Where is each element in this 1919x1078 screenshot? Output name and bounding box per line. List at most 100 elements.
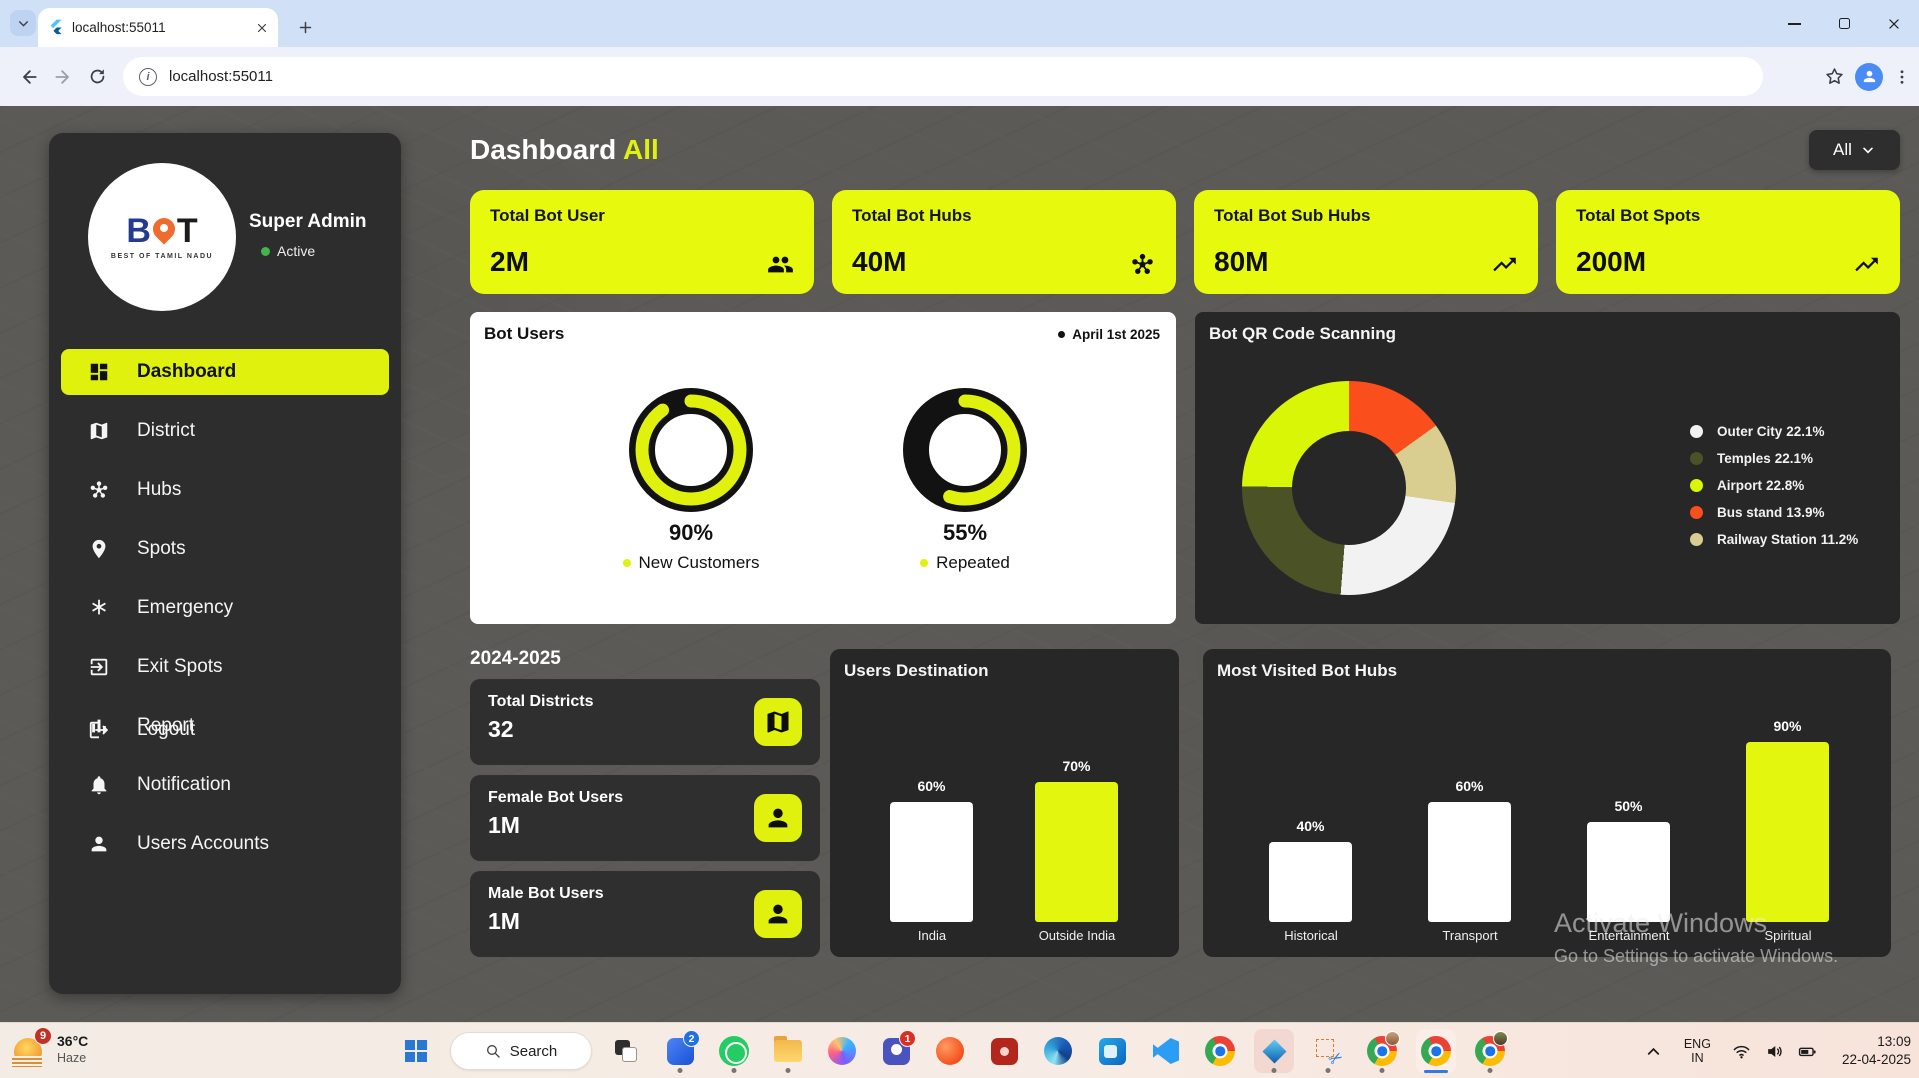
phone-link-button[interactable]: 2: [660, 1027, 700, 1075]
scope-filter-dropdown[interactable]: All: [1809, 130, 1900, 170]
address-bar[interactable]: i localhost:55011: [123, 57, 1763, 96]
battery-icon[interactable]: [1798, 1042, 1817, 1061]
donut-percent: 55%: [943, 520, 987, 546]
site-info-icon[interactable]: i: [139, 68, 157, 86]
sidebar-item-users-accounts[interactable]: Users Accounts: [61, 821, 389, 867]
outlook-button[interactable]: [1092, 1027, 1132, 1075]
bot-logo: B T BEST OF TAMIL NADU: [88, 163, 236, 311]
legend-dot-icon: [1690, 533, 1703, 546]
sidebar-item-dashboard[interactable]: Dashboard: [61, 349, 389, 395]
bell-icon: [88, 774, 110, 796]
chevron-down-icon: [1860, 142, 1876, 158]
tray-chevron-up-icon[interactable]: [1644, 1042, 1663, 1061]
taskbar-center: Search 2 1: [396, 1023, 1510, 1078]
wifi-icon[interactable]: [1732, 1042, 1751, 1061]
chrome-profile-a-button[interactable]: [1362, 1027, 1402, 1075]
new-tab-button[interactable]: [292, 14, 318, 40]
maximize-button[interactable]: [1819, 0, 1869, 47]
chrome-icon: [1421, 1036, 1451, 1066]
status-dot-icon: [261, 247, 270, 256]
bar-column: 40%: [1269, 709, 1352, 922]
app-red-button[interactable]: [984, 1027, 1024, 1075]
app-orange-button[interactable]: [930, 1027, 970, 1075]
windows-logo-icon: [405, 1040, 427, 1062]
forward-button[interactable]: [46, 60, 80, 94]
taskbar-search[interactable]: Search: [450, 1032, 592, 1070]
sidebar-item-spots[interactable]: Spots: [61, 526, 389, 572]
sidebar-item-district[interactable]: District: [61, 408, 389, 454]
people-icon: [767, 251, 794, 278]
bar-column: 60%: [1428, 709, 1511, 922]
chrome-button[interactable]: [1200, 1027, 1240, 1075]
edge-button[interactable]: [1038, 1027, 1078, 1075]
chrome-active-button[interactable]: [1416, 1027, 1456, 1075]
active-app-tile: [1254, 1029, 1294, 1073]
task-view-button[interactable]: [606, 1027, 646, 1075]
vscode-button[interactable]: [1146, 1027, 1186, 1075]
location-pin-icon: [88, 538, 110, 560]
outlook-icon: [1099, 1038, 1126, 1065]
tab-search-button[interactable]: [10, 10, 36, 36]
flutter-app-button[interactable]: [1254, 1027, 1294, 1075]
reload-button[interactable]: [80, 60, 114, 94]
volume-icon[interactable]: [1765, 1042, 1784, 1061]
active-indicator: [1424, 1070, 1448, 1074]
flutter-icon: [48, 19, 63, 36]
bullet-dot-icon: [1058, 331, 1065, 338]
female-bot-users-card: Female Bot Users 1M: [470, 775, 820, 861]
chevron-down-icon: [17, 17, 30, 30]
year-heading: 2024-2025: [470, 648, 561, 670]
taskbar-clock[interactable]: 13:09 22-04-2025: [1842, 1033, 1911, 1068]
sidebar-item-hubs[interactable]: Hubs: [61, 467, 389, 513]
minimize-button[interactable]: [1769, 0, 1819, 47]
tab-close-icon[interactable]: [256, 22, 268, 34]
sidebar-item-emergency[interactable]: Emergency: [61, 585, 389, 631]
screen: localhost:55011 i localhost:55011: [0, 0, 1919, 1078]
qr-legend: Outer City22.1% Temples22.1% Airport22.8…: [1690, 424, 1858, 546]
sidebar-item-logout[interactable]: Logout: [61, 707, 389, 753]
icon-tile: [754, 890, 802, 938]
avatar: [1385, 1031, 1400, 1046]
weather-widget[interactable]: 9 36°C Haze: [12, 1030, 88, 1068]
stat-value: 2M: [490, 246, 529, 278]
sidebar-item-exit-spots[interactable]: Exit Spots: [61, 644, 389, 690]
teams-button[interactable]: 1: [876, 1027, 916, 1075]
close-icon: [1887, 17, 1901, 31]
bar-india: [890, 802, 973, 922]
donut-new-customers: 90% New Customers: [551, 388, 831, 573]
users-destination-card: Users Destination 60% India 70% Outside …: [830, 649, 1179, 957]
back-button[interactable]: [12, 60, 46, 94]
bar-column: 90%: [1746, 709, 1829, 922]
whatsapp-icon: [719, 1036, 749, 1066]
language-indicator[interactable]: ENG IN: [1684, 1037, 1711, 1066]
legend-item: Bus stand13.9%: [1690, 505, 1858, 519]
bar-historical: [1269, 842, 1352, 922]
male-bot-users-card: Male Bot Users 1M: [470, 871, 820, 957]
start-button[interactable]: [396, 1027, 436, 1075]
person-icon: [764, 804, 792, 832]
bar-entertainment: [1587, 822, 1670, 922]
whatsapp-button[interactable]: [714, 1027, 754, 1075]
file-explorer-button[interactable]: [768, 1027, 808, 1075]
person-icon: [88, 833, 110, 855]
stat-value: 80M: [1214, 246, 1268, 278]
donut-hole: [1292, 431, 1406, 545]
browser-profile-avatar[interactable]: [1855, 63, 1883, 91]
weather-haze-icon: 9: [12, 1030, 48, 1068]
icon-tile: [754, 698, 802, 746]
donut-caption: Repeated: [920, 553, 1010, 573]
close-button[interactable]: [1869, 0, 1919, 47]
sidebar-item-notification[interactable]: Notification: [61, 762, 389, 808]
kebab-menu-icon[interactable]: [1893, 68, 1911, 86]
snipping-tool-button[interactable]: [1308, 1027, 1348, 1075]
stat-card-total-bot-spots: Total Bot Spots 200M: [1556, 190, 1900, 294]
bookmark-star-icon[interactable]: [1824, 66, 1845, 87]
copilot-button[interactable]: [822, 1027, 862, 1075]
reload-icon: [88, 67, 107, 86]
chrome-profile-b-button[interactable]: [1470, 1027, 1510, 1075]
logo-caption: BEST OF TAMIL NADU: [111, 253, 213, 260]
browser-tab[interactable]: localhost:55011: [38, 8, 278, 47]
url-text: localhost:55011: [169, 68, 273, 85]
red-app-icon: [991, 1038, 1018, 1065]
weather-desc: Haze: [57, 1051, 88, 1065]
